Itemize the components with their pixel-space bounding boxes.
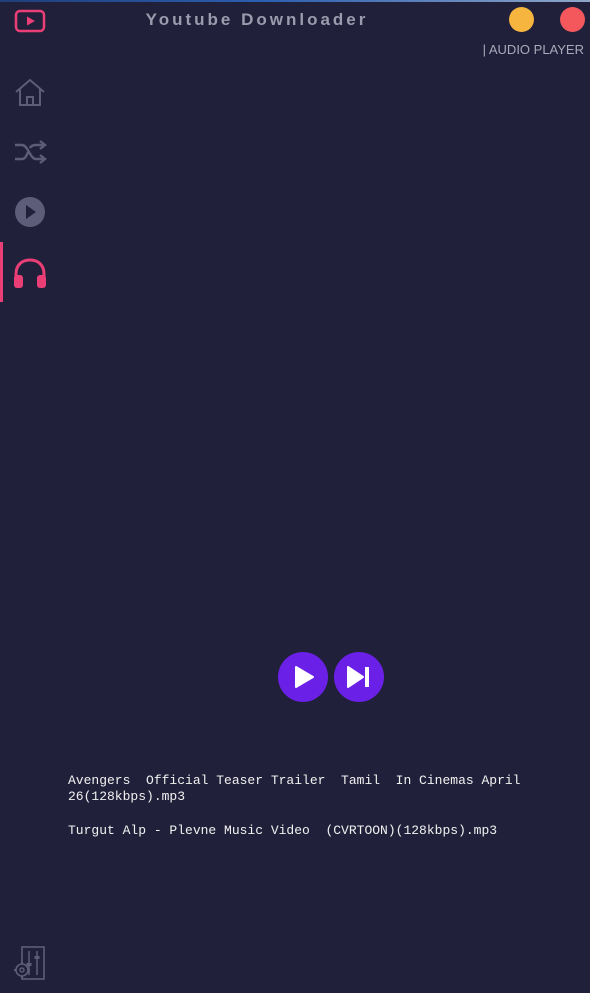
window-top-border bbox=[0, 0, 590, 2]
app-title: Youtube Downloader bbox=[145, 10, 369, 29]
equalizer-settings-icon bbox=[14, 946, 45, 980]
track-item[interactable]: Turgut Alp - Plevne Music Video (CVRTOON… bbox=[68, 823, 548, 839]
close-button[interactable] bbox=[560, 7, 585, 32]
section-label: | AUDIO PLAYER bbox=[482, 42, 584, 57]
skip-next-icon bbox=[347, 666, 369, 688]
home-icon bbox=[15, 79, 45, 106]
minimize-button[interactable] bbox=[509, 7, 534, 32]
track-list: Avengers Official Teaser Trailer Tamil I… bbox=[68, 773, 548, 857]
shuffle-icon bbox=[15, 140, 47, 164]
play-button[interactable] bbox=[278, 652, 328, 702]
sidebar-item-audio[interactable] bbox=[0, 242, 60, 302]
play-circle-icon bbox=[15, 197, 45, 227]
sidebar-item-shuffle[interactable] bbox=[0, 122, 60, 182]
next-track-button[interactable] bbox=[334, 652, 384, 702]
track-item[interactable]: Avengers Official Teaser Trailer Tamil I… bbox=[68, 773, 548, 805]
headphones-icon bbox=[14, 258, 46, 288]
sidebar-item-video[interactable] bbox=[0, 182, 60, 242]
equalizer-settings-button[interactable] bbox=[14, 945, 46, 981]
sidebar-item-home[interactable] bbox=[0, 62, 60, 122]
play-icon bbox=[295, 666, 314, 688]
